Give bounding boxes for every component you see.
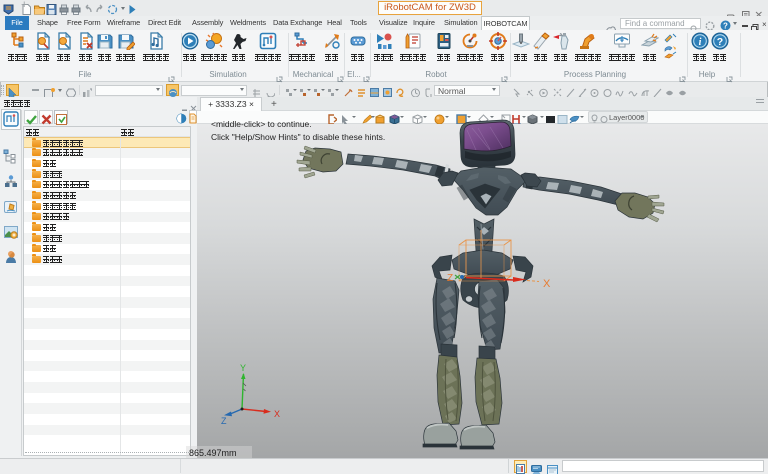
svg-text:Y: Y [240, 363, 246, 373]
svg-text:Z: Z [221, 416, 227, 426]
svg-text:X: X [274, 409, 280, 419]
svg-text:Z: Z [447, 273, 453, 284]
svg-text:X: X [543, 278, 551, 290]
